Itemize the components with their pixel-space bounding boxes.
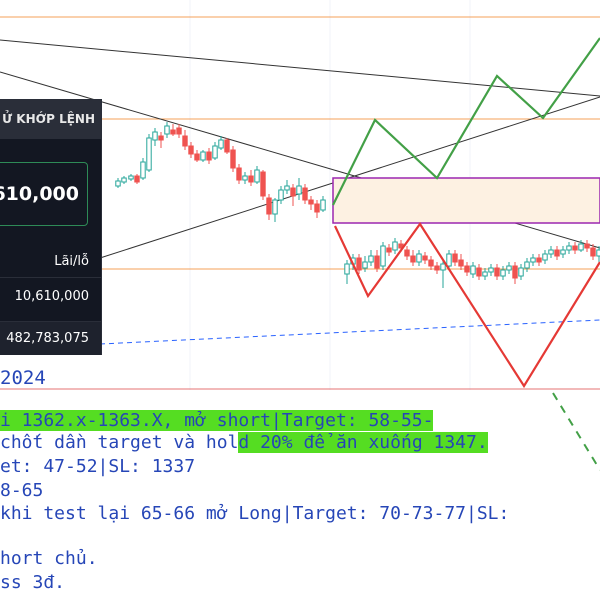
- candle-body-47: [416, 253, 422, 263]
- candle-body-23: [254, 169, 260, 183]
- candle-body-76: [590, 247, 596, 257]
- candle-body-48: [422, 255, 428, 261]
- candle-body-33: [314, 203, 320, 213]
- note-line-2: chốt dần target và hold 20% để ăn xuống …: [0, 432, 488, 453]
- candle-body-25: [266, 197, 272, 215]
- candle-body-45: [404, 249, 410, 257]
- candle-body-5: [146, 137, 152, 171]
- candle-body-34: [320, 199, 326, 211]
- trading-chart-screenshot: 2024 Ử KHỚP LỆNH ,610,000 Lãi/lỗ 10,610,…: [0, 0, 600, 600]
- candle-body-27: [278, 189, 284, 201]
- candle-body-51: [440, 263, 446, 271]
- candle-body-67: [536, 257, 542, 263]
- candle-body-21: [242, 175, 248, 181]
- pnl-row-value-1: 10,610,000: [0, 277, 101, 315]
- order-panel: Ử KHỚP LỆNH ,610,000 Lãi/lỗ 10,610,000 4…: [0, 99, 102, 355]
- candle-body-43: [392, 241, 398, 251]
- order-panel-title: Ử KHỚP LỆNH: [0, 99, 101, 139]
- candle-body-19: [230, 149, 236, 169]
- candle-body-60: [494, 267, 500, 277]
- candle-body-41: [380, 245, 386, 267]
- candle-body-72: [566, 245, 572, 251]
- candle-body-58: [482, 271, 488, 277]
- candle-body-12: [188, 145, 194, 155]
- candle-body-52: [446, 253, 452, 267]
- candle-body-69: [548, 249, 554, 255]
- candle-body-42: [386, 247, 392, 253]
- candle-body-53: [452, 253, 458, 263]
- candle-body-32: [308, 199, 314, 205]
- candle-body-18: [224, 139, 230, 153]
- candle-body-28: [284, 185, 290, 191]
- candle-body-70: [554, 249, 560, 257]
- candle-body-64: [518, 267, 524, 277]
- candle-body-68: [542, 253, 548, 261]
- candle-body-62: [506, 265, 512, 271]
- candle-body-54: [458, 259, 464, 267]
- candle-body-39: [368, 255, 374, 263]
- support-dashed-line: [99, 319, 600, 345]
- candle-body-20: [236, 167, 242, 181]
- candle-body-8: [164, 125, 170, 135]
- candle-body-61: [500, 269, 506, 277]
- candle-body-73: [572, 245, 578, 251]
- note-line-1: i 1362.x-1363.X, mở short|Target: 58-55-: [0, 410, 434, 431]
- candle-body-40: [374, 255, 380, 269]
- candle-body-75: [584, 243, 590, 249]
- candle-body-6: [152, 131, 158, 141]
- candle-body-65: [524, 261, 530, 269]
- note-line-3: et: 47-52|SL: 1337: [0, 456, 196, 477]
- candle-body-35: [344, 263, 350, 275]
- candle-body-56: [470, 265, 476, 275]
- candle-body-59: [488, 267, 494, 273]
- pnl-label: Lãi/lỗ: [54, 254, 89, 269]
- candle-body-26: [272, 199, 278, 215]
- pnl-row-value-2: 482,783,075: [0, 321, 101, 355]
- candle-body-13: [194, 153, 200, 161]
- candle-body-49: [428, 259, 434, 267]
- candle-body-24: [260, 171, 266, 197]
- candle-body-37: [356, 257, 362, 271]
- candle-body-63: [512, 265, 518, 279]
- candle-body-0: [115, 180, 121, 187]
- note-line-7: ss 3đ.: [0, 572, 66, 593]
- candle-body-38: [362, 261, 368, 269]
- candle-body-66: [530, 257, 536, 263]
- order-price-box[interactable]: ,610,000: [0, 162, 88, 226]
- candle-body-10: [176, 127, 182, 135]
- candle-body-16: [212, 145, 218, 159]
- candle-body-11: [182, 135, 188, 147]
- candle-body-4: [140, 161, 146, 179]
- candle-body-3: [134, 175, 140, 183]
- candle-body-17: [218, 139, 224, 149]
- note-line-4: 8-65: [0, 480, 44, 501]
- candle-body-30: [296, 185, 302, 195]
- note-line-6: hort chủ.: [0, 548, 98, 569]
- candle-body-50: [434, 265, 440, 271]
- candle-body-2: [128, 175, 134, 180]
- candle-body-57: [476, 267, 482, 277]
- candle-body-9: [170, 129, 176, 135]
- note-line-5: khi test lại 65-66 mở Long|Target: 70-73…: [0, 503, 510, 524]
- candle-body-29: [290, 187, 296, 197]
- candle-body-46: [410, 255, 416, 263]
- candle-body-1: [121, 177, 127, 183]
- candle-body-71: [560, 249, 566, 255]
- candle-body-74: [578, 243, 584, 251]
- supply-zone-box: [332, 177, 600, 224]
- candle-body-31: [302, 187, 308, 201]
- candle-body-14: [200, 151, 206, 161]
- candle-body-15: [206, 151, 212, 161]
- candle-body-7: [158, 135, 164, 141]
- candle-body-55: [464, 265, 470, 273]
- trade-notes: i 1362.x-1363.X, mở short|Target: 58-55-…: [0, 362, 600, 600]
- candle-body-22: [248, 175, 254, 183]
